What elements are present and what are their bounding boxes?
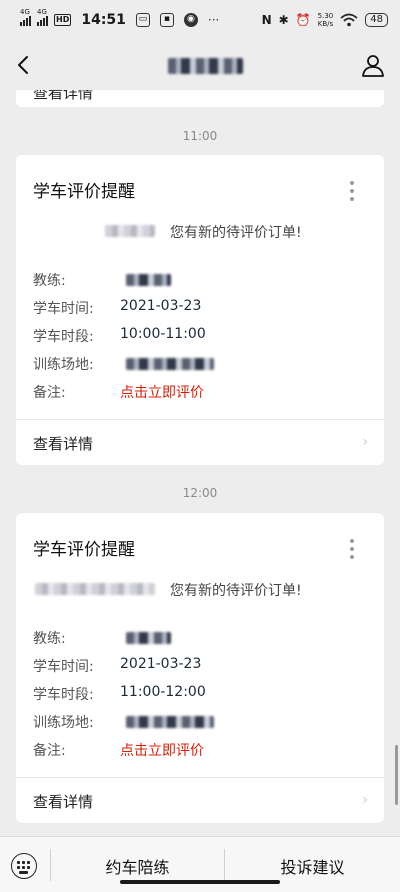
chevron-left-icon[interactable] bbox=[12, 53, 36, 77]
field-label: 备注: bbox=[33, 743, 66, 759]
signal-icon-2: 4G bbox=[37, 8, 48, 26]
battery-icon: 48 bbox=[365, 13, 388, 27]
person-icon[interactable] bbox=[360, 52, 386, 78]
field-value: 2021-03-23 bbox=[120, 656, 202, 672]
chevron-right-icon: › bbox=[362, 434, 368, 450]
home-indicator[interactable] bbox=[120, 880, 280, 884]
status-bar: 4G 4G HD 14:51 ▭ ▪ ◉ ··· N ✱ ⏰ 5.30 KB/s… bbox=[0, 0, 400, 40]
card-title: 学车评价提醒 bbox=[33, 540, 135, 560]
menu-item-feedback[interactable]: 投诉建议 bbox=[225, 854, 400, 878]
field-value: 11:00-12:00 bbox=[120, 684, 206, 700]
venue-redacted bbox=[126, 358, 214, 370]
wifi-icon bbox=[340, 13, 358, 27]
network-speed: 5.30 KB/s bbox=[317, 12, 334, 28]
redacted-name bbox=[35, 583, 155, 595]
view-details-link[interactable]: 查看详情 bbox=[33, 433, 93, 454]
bluetooth-icon: ✱ bbox=[278, 13, 289, 27]
message-timestamp: 12:00 bbox=[182, 486, 218, 500]
clock: 14:51 bbox=[81, 12, 126, 28]
divider bbox=[16, 419, 384, 420]
field-label: 备注: bbox=[33, 385, 66, 401]
page-title-redacted bbox=[168, 58, 243, 74]
field-label: 教练: bbox=[33, 273, 66, 289]
redacted-name bbox=[105, 225, 155, 237]
field-value: 2021-03-23 bbox=[120, 298, 202, 314]
nfc-icon: N bbox=[261, 13, 272, 27]
scrollbar[interactable] bbox=[395, 745, 398, 805]
image-icon: ▪ bbox=[159, 13, 174, 27]
keyboard-icon[interactable] bbox=[11, 853, 37, 879]
card-title: 学车评价提醒 bbox=[33, 182, 135, 202]
field-label: 训练场地: bbox=[33, 715, 94, 731]
more-options-icon[interactable] bbox=[350, 181, 354, 201]
divider bbox=[16, 777, 384, 778]
compass-icon: ◉ bbox=[183, 13, 198, 27]
chevron-right-icon: › bbox=[362, 792, 368, 808]
field-label: 学车时间: bbox=[33, 659, 94, 675]
message-line: 您有新的待评价订单! bbox=[33, 221, 363, 241]
previous-message-card: 查看详情 › bbox=[16, 90, 384, 107]
menu-item-booking[interactable]: 约车陪练 bbox=[51, 854, 224, 878]
more-icon: ··· bbox=[207, 13, 220, 27]
message-card[interactable]: 学车评价提醒 您有新的待评价订单! 教练: 学车时间: 2021-03-23 学… bbox=[16, 513, 384, 823]
message-line: 您有新的待评价订单! bbox=[33, 579, 363, 599]
message-text: 您有新的待评价订单! bbox=[170, 225, 302, 241]
field-value: 10:00-11:00 bbox=[120, 326, 206, 342]
view-details-link[interactable]: 查看详情 bbox=[33, 791, 93, 812]
message-text: 您有新的待评价订单! bbox=[170, 583, 302, 599]
signal-icon: 4G bbox=[20, 8, 31, 26]
message-card[interactable]: 学车评价提醒 您有新的待评价订单! 教练: 学车时间: 2021-03-23 学… bbox=[16, 155, 384, 465]
more-options-icon[interactable] bbox=[350, 539, 354, 559]
field-label: 学车时间: bbox=[33, 301, 94, 317]
field-label: 学车时段: bbox=[33, 687, 94, 703]
mail-icon: ▭ bbox=[135, 13, 150, 27]
coach-name-redacted bbox=[126, 632, 171, 644]
message-timestamp: 11:00 bbox=[182, 129, 218, 143]
field-label: 教练: bbox=[33, 631, 66, 647]
alarm-icon: ⏰ bbox=[295, 13, 311, 27]
rate-now-link[interactable]: 点击立即评价 bbox=[120, 740, 204, 760]
coach-name-redacted bbox=[126, 274, 171, 286]
field-label: 训练场地: bbox=[33, 357, 94, 373]
hd-icon: HD bbox=[54, 14, 72, 26]
chevron-right-icon: › bbox=[33, 90, 39, 100]
rate-now-link[interactable]: 点击立即评价 bbox=[120, 382, 204, 402]
field-label: 学车时段: bbox=[33, 329, 94, 345]
venue-redacted bbox=[126, 716, 214, 728]
nav-bar bbox=[0, 40, 400, 90]
